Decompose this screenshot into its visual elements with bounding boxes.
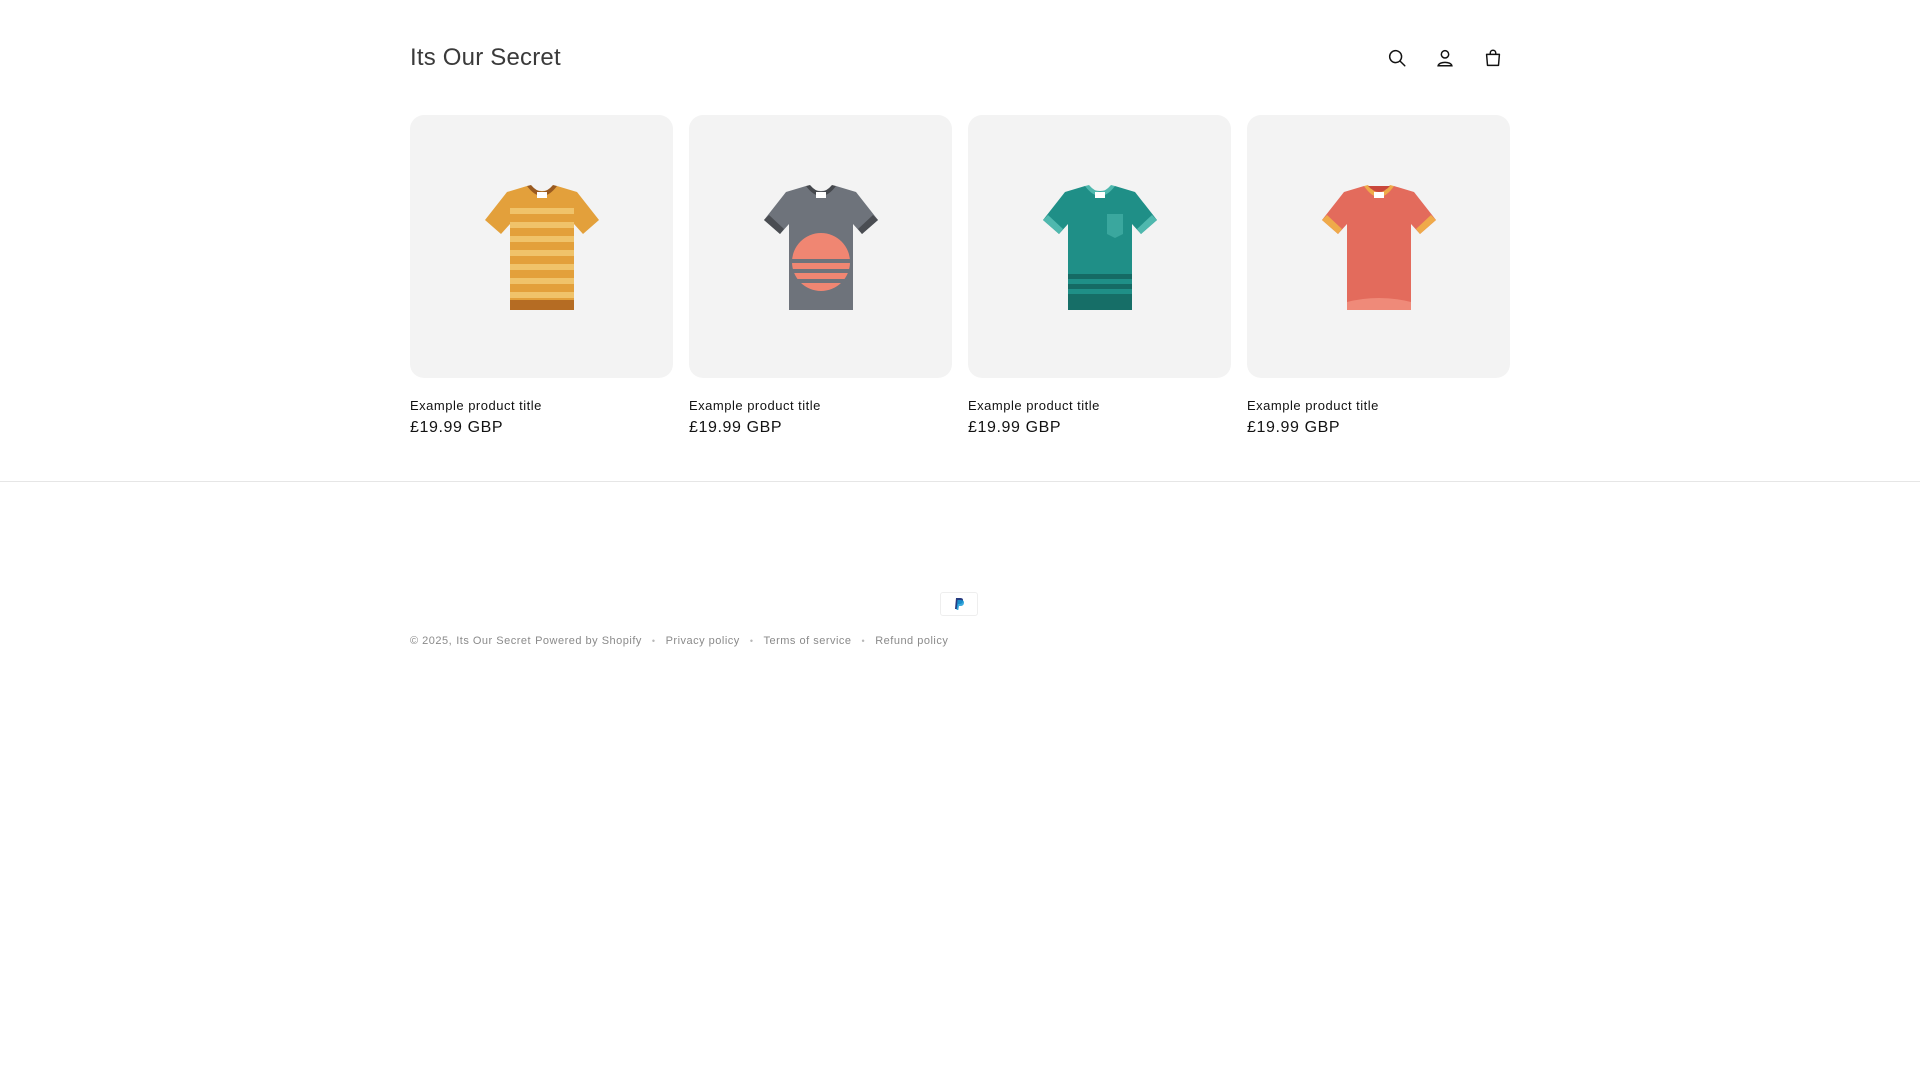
powered-by-shopify-link[interactable]: Powered by Shopify [535, 635, 642, 647]
tshirt-orange-striped-icon [484, 184, 599, 310]
refund-policy-link[interactable]: Refund policy [875, 635, 948, 647]
search-icon [1388, 49, 1406, 67]
product-price: £19.99 GBP [689, 419, 783, 436]
product-title[interactable]: Example product title [410, 397, 673, 415]
tshirt-coral-ringer-icon [1321, 184, 1436, 310]
separator-dot: • [861, 636, 866, 646]
product-card[interactable]: Example product title £19.99 GBP [410, 115, 673, 438]
store-logo[interactable]: Its Our Secret [410, 44, 561, 72]
product-image[interactable] [689, 115, 952, 378]
site-header: Its Our Secret [410, 0, 1511, 115]
privacy-policy-link[interactable]: Privacy policy [666, 635, 740, 647]
tshirt-teal-pocket-icon [1042, 184, 1157, 310]
product-card[interactable]: Example product title £19.99 GBP [689, 115, 952, 438]
cart-icon [1485, 49, 1501, 66]
account-button[interactable] [1423, 36, 1467, 80]
account-icon [1437, 49, 1453, 67]
header-icons [1375, 36, 1515, 80]
product-card[interactable]: Example product title £19.99 GBP [1247, 115, 1510, 438]
product-title[interactable]: Example product title [968, 397, 1231, 415]
product-card[interactable]: Example product title £19.99 GBP [968, 115, 1231, 438]
product-title[interactable]: Example product title [1247, 397, 1510, 415]
copyright-text: © 2025, [410, 635, 453, 647]
product-image[interactable] [410, 115, 673, 378]
footer-divider [0, 481, 1920, 482]
product-image[interactable] [1247, 115, 1510, 378]
terms-of-service-link[interactable]: Terms of service [763, 635, 851, 647]
paypal-icon [955, 598, 965, 610]
product-price: £19.99 GBP [968, 419, 1062, 436]
cart-button[interactable] [1471, 36, 1515, 80]
tshirt-gray-sunset-icon [763, 184, 878, 310]
product-grid: Example product title £19.99 GBP Example [410, 115, 1511, 438]
payment-methods [940, 592, 978, 616]
footer-links: © 2025, Its Our Secret Powered by Shopif… [410, 635, 948, 647]
separator-dot: • [651, 636, 656, 646]
product-price: £19.99 GBP [1247, 419, 1341, 436]
product-title[interactable]: Example product title [689, 397, 952, 415]
product-price: £19.99 GBP [410, 419, 504, 436]
store-link[interactable]: Its Our Secret [456, 635, 531, 647]
separator-dot: • [749, 636, 754, 646]
product-image[interactable] [968, 115, 1231, 378]
search-button[interactable] [1375, 36, 1419, 80]
